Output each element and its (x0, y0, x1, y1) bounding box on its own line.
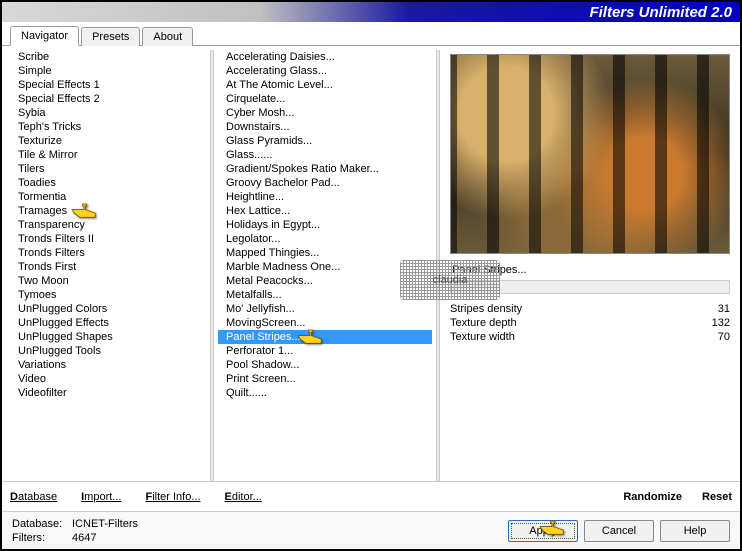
filter-item[interactable]: Accelerating Daisies... (218, 50, 432, 64)
filter-item[interactable]: Metalfalls... (218, 288, 432, 302)
filters-value: 4647 (72, 532, 96, 544)
category-item[interactable]: Two Moon (10, 274, 206, 288)
category-list-panel: ScribeSimpleSpecial Effects 1Special Eff… (10, 50, 206, 481)
param-row[interactable]: Texture width 70 (450, 330, 730, 344)
footer: Database:ICNET-Filters Filters:4647 Appl… (2, 511, 740, 549)
splitter-1[interactable] (210, 50, 214, 481)
selected-filter-title: Panel Stripes... (450, 262, 730, 278)
filter-item[interactable]: Legolator... (218, 232, 432, 246)
filter-item[interactable]: Accelerating Glass... (218, 64, 432, 78)
filter-item[interactable]: Perforator 1... (218, 344, 432, 358)
filter-list[interactable]: Accelerating Daisies...Accelerating Glas… (218, 50, 432, 481)
filter-item[interactable]: Glass Pyramids... (218, 134, 432, 148)
filter-item[interactable]: Glass...... (218, 148, 432, 162)
param-row[interactable]: Stripes density 31 (450, 302, 730, 316)
category-item[interactable]: Simple (10, 64, 206, 78)
reset-button[interactable]: Reset (702, 491, 732, 503)
category-item[interactable]: Toadies (10, 176, 206, 190)
param-value: 70 (718, 331, 730, 343)
tab-navigator[interactable]: Navigator (10, 26, 79, 46)
tab-presets[interactable]: Presets (81, 27, 140, 46)
category-item[interactable]: Tormentia (10, 190, 206, 204)
title-bar: Filters Unlimited 2.0 (2, 2, 740, 22)
filter-item[interactable]: Metal Peacocks... (218, 274, 432, 288)
editor-button[interactable]: Editor... (225, 491, 262, 503)
category-item[interactable]: Tronds First (10, 260, 206, 274)
category-item[interactable]: Sybia (10, 106, 206, 120)
help-button[interactable]: Help (660, 520, 730, 542)
filter-item[interactable]: Marble Madness One... (218, 260, 432, 274)
category-item[interactable]: Tile & Mirror (10, 148, 206, 162)
category-item[interactable]: Tronds Filters (10, 246, 206, 260)
database-button[interactable]: Database (10, 491, 57, 503)
category-item[interactable]: Videofilter (10, 386, 206, 400)
param-label: Stripes density (450, 303, 522, 315)
splitter-2[interactable] (436, 50, 440, 481)
filter-item[interactable]: Print Screen... (218, 372, 432, 386)
toolbar: Database Import... Filter Info... Editor… (2, 481, 740, 511)
param-label: Texture width (450, 331, 515, 343)
filter-item[interactable]: Mapped Thingies... (218, 246, 432, 260)
filter-info-button[interactable]: Filter Info... (145, 491, 200, 503)
filter-item[interactable]: MovingScreen... (218, 316, 432, 330)
category-item[interactable]: Transparency (10, 218, 206, 232)
app-title: Filters Unlimited 2.0 (589, 4, 732, 21)
tab-bar: NavigatorPresetsAbout (2, 24, 740, 46)
filter-item[interactable]: Gradient/Spokes Ratio Maker... (218, 162, 432, 176)
category-item[interactable]: UnPlugged Effects (10, 316, 206, 330)
cancel-button[interactable]: Cancel (584, 520, 654, 542)
db-label: Database: (12, 517, 72, 531)
category-list[interactable]: ScribeSimpleSpecial Effects 1Special Eff… (10, 50, 206, 481)
filter-item[interactable]: Panel Stripes... (218, 330, 432, 344)
filter-item[interactable]: Mo' Jellyfish... (218, 302, 432, 316)
apply-button[interactable]: Apply (508, 520, 578, 542)
category-item[interactable]: UnPlugged Shapes (10, 330, 206, 344)
filter-item[interactable]: Groovy Bachelor Pad... (218, 176, 432, 190)
filter-item[interactable]: Cirquelate... (218, 92, 432, 106)
category-item[interactable]: Teph's Tricks (10, 120, 206, 134)
category-item[interactable]: Special Effects 2 (10, 92, 206, 106)
filter-item[interactable]: Downstairs... (218, 120, 432, 134)
filter-item[interactable]: Heightline... (218, 190, 432, 204)
filters-label: Filters: (12, 531, 72, 545)
category-item[interactable]: Special Effects 1 (10, 78, 206, 92)
filter-item[interactable]: Cyber Mosh... (218, 106, 432, 120)
import-button[interactable]: Import... (81, 491, 121, 503)
status-info: Database:ICNET-Filters Filters:4647 (12, 517, 138, 545)
category-item[interactable]: Tronds Filters II (10, 232, 206, 246)
param-row[interactable]: Texture depth 132 (450, 316, 730, 330)
category-item[interactable]: Variations (10, 358, 206, 372)
filter-item[interactable]: At The Atomic Level... (218, 78, 432, 92)
main-area: ScribeSimpleSpecial Effects 1Special Eff… (2, 46, 740, 481)
category-item[interactable]: Texturize (10, 134, 206, 148)
preview-image (450, 54, 730, 254)
category-item[interactable]: UnPlugged Tools (10, 344, 206, 358)
param-value: 132 (712, 317, 730, 329)
tab-about[interactable]: About (142, 27, 193, 46)
db-value: ICNET-Filters (72, 518, 138, 530)
filter-item[interactable]: Hex Lattice... (218, 204, 432, 218)
progress-bar (450, 280, 730, 294)
category-item[interactable]: Tilers (10, 162, 206, 176)
filter-list-panel: Accelerating Daisies...Accelerating Glas… (218, 50, 432, 481)
category-item[interactable]: Tramages (10, 204, 206, 218)
param-value: 31 (718, 303, 730, 315)
param-label: Texture depth (450, 317, 517, 329)
category-item[interactable]: Video (10, 372, 206, 386)
parameters-panel: Stripes density31Texture depth132Texture… (450, 302, 730, 344)
category-item[interactable]: Tymoes (10, 288, 206, 302)
filter-item[interactable]: Quilt...... (218, 386, 432, 400)
randomize-button[interactable]: Randomize (623, 491, 682, 503)
right-panel: Panel Stripes... Stripes density31Textur… (444, 50, 740, 481)
category-item[interactable]: Scribe (10, 50, 206, 64)
filter-item[interactable]: Pool Shadow... (218, 358, 432, 372)
filter-item[interactable]: Holidays in Egypt... (218, 218, 432, 232)
category-item[interactable]: UnPlugged Colors (10, 302, 206, 316)
